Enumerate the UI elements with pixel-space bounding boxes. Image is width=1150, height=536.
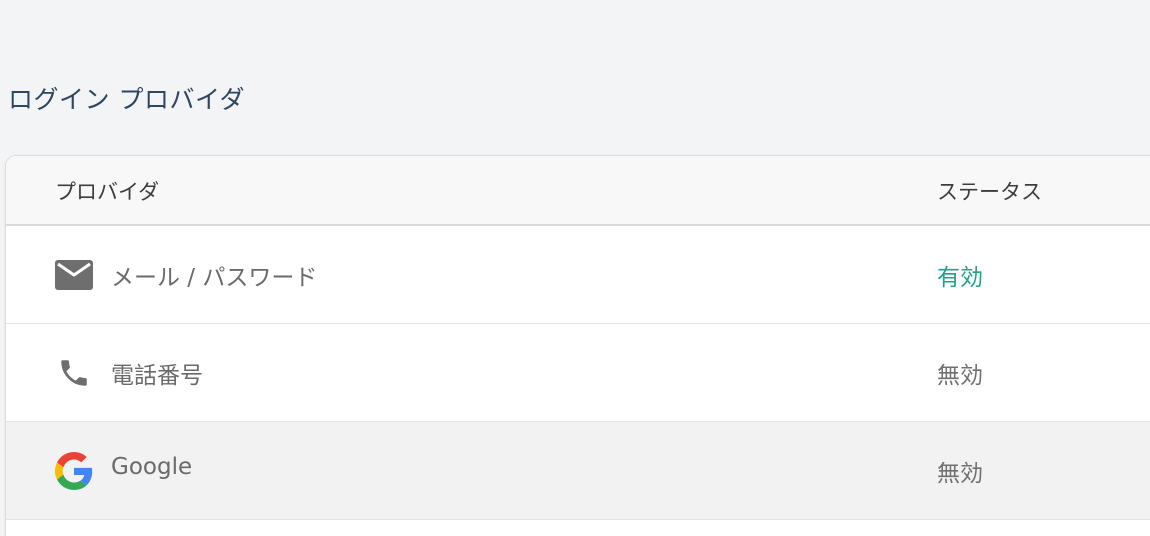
- provider-name: Google: [111, 454, 193, 480]
- column-header-provider: プロバイダ: [55, 180, 160, 204]
- section-title: ログイン プロバイダ: [8, 85, 245, 114]
- email-icon: [55, 256, 93, 294]
- status-text: 無効: [937, 461, 983, 487]
- google-icon: [55, 452, 93, 490]
- column-header-status: ステータス: [937, 180, 1042, 204]
- status-text: 無効: [937, 363, 983, 389]
- provider-name: メール / パスワード: [111, 265, 318, 291]
- table-header: プロバイダ ステータス: [6, 156, 1150, 226]
- status-text: 有効: [937, 265, 983, 291]
- provider-name: 電話番号: [111, 363, 203, 389]
- provider-row-google[interactable]: Google 無効: [6, 422, 1150, 520]
- provider-row-phone[interactable]: 電話番号 無効: [6, 324, 1150, 422]
- phone-icon: [55, 354, 93, 392]
- provider-row-email[interactable]: メール / パスワード 有効: [6, 226, 1150, 324]
- providers-table: プロバイダ ステータス メール / パスワード 有効 電話番号 無効 Googl…: [6, 156, 1150, 536]
